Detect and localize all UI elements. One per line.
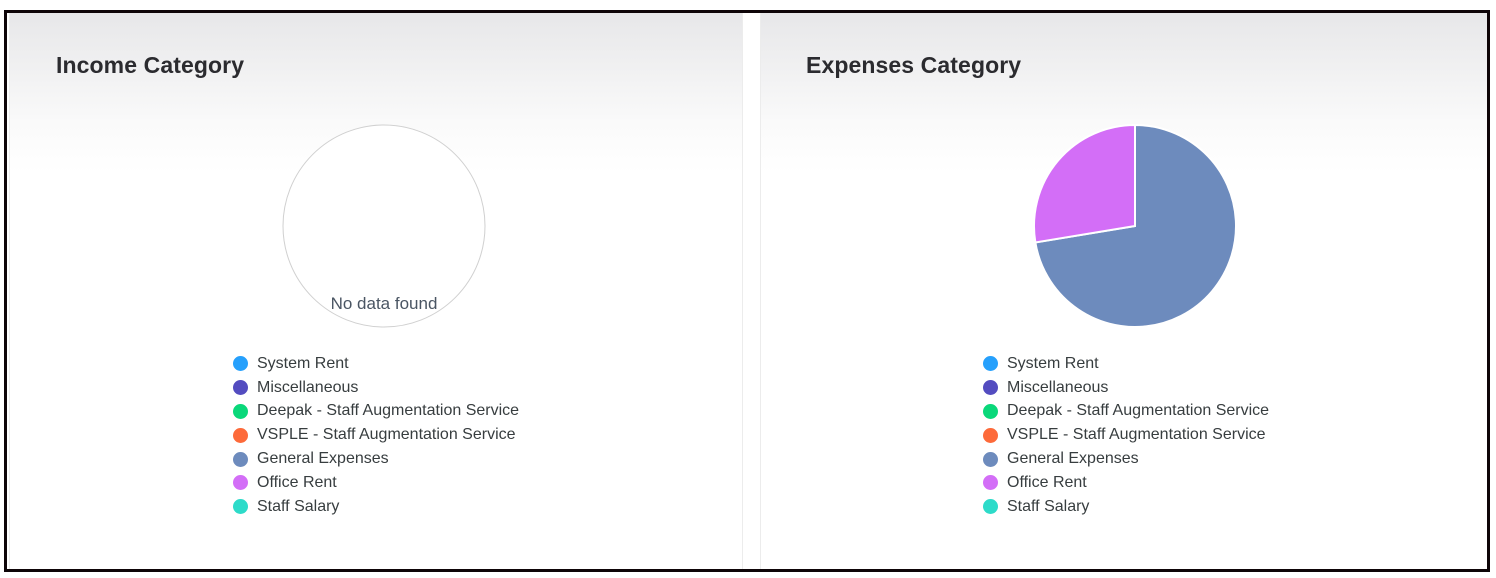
legend-item-vsple-staff-augmentation-service[interactable]: VSPLE - Staff Augmentation Service	[983, 423, 1269, 447]
income-category-card: Income Category No data found System Ren…	[9, 13, 743, 569]
legend-item-system-rent[interactable]: System Rent	[983, 352, 1269, 376]
legend-item-vsple-staff-augmentation-service[interactable]: VSPLE - Staff Augmentation Service	[233, 423, 519, 447]
expenses-legend: System Rent Miscellaneous Deepak - Staff A…	[983, 352, 1269, 519]
legend-item-deepak-staff-augmentation-service[interactable]: Deepak - Staff Augmentation Service	[233, 400, 519, 424]
legend-item-office-rent[interactable]: Office Rent	[983, 471, 1269, 495]
legend-marker-icon	[983, 475, 998, 491]
legend-label: System Rent	[257, 354, 349, 372]
legend-marker-icon	[233, 451, 248, 467]
legend-item-office-rent[interactable]: Office Rent	[233, 471, 519, 495]
expenses-category-card: Expenses Category System Rent Miscellaneo…	[760, 13, 1487, 569]
legend-label: VSPLE - Staff Augmentation Service	[1007, 426, 1266, 444]
legend-item-miscellaneous[interactable]: Miscellaneous	[233, 376, 519, 400]
legend-label: Deepak - Staff Augmentation Service	[1007, 402, 1270, 420]
no-data-label: No data found	[331, 294, 438, 313]
legend-marker-icon	[983, 451, 998, 467]
legend-label: Miscellaneous	[1007, 378, 1109, 396]
legend-item-deepak-staff-augmentation-service[interactable]: Deepak - Staff Augmentation Service	[983, 400, 1269, 424]
legend-marker-icon	[983, 356, 998, 372]
legend-label: Deepak - Staff Augmentation Service	[257, 402, 520, 420]
legend-label: VSPLE - Staff Augmentation Service	[257, 426, 516, 444]
legend-label: Staff Salary	[257, 497, 340, 515]
legend-marker-icon	[233, 475, 248, 491]
dashboard-frame: Income Category No data found System Ren…	[4, 10, 1490, 572]
legend-marker-icon	[233, 403, 248, 419]
legend-marker-icon	[233, 380, 248, 396]
legend-marker-icon	[233, 499, 248, 515]
income-card-title: Income Category	[56, 52, 245, 78]
income-legend: System Rent Miscellaneous Deepak - Staff A…	[233, 352, 519, 519]
legend-marker-icon	[983, 499, 998, 515]
expenses-card-title: Expenses Category	[806, 52, 1022, 78]
legend-item-system-rent[interactable]: System Rent	[233, 352, 519, 376]
legend-marker-icon	[983, 427, 998, 443]
legend-item-staff-salary[interactable]: Staff Salary	[983, 495, 1269, 519]
legend-marker-icon	[233, 356, 248, 372]
pie-slice-office-rent[interactable]	[1033, 123, 1136, 244]
legend-label: Office Rent	[257, 473, 337, 491]
legend-marker-icon	[233, 427, 248, 443]
legend-label: Office Rent	[1007, 473, 1087, 491]
legend-label: Staff Salary	[1007, 497, 1090, 515]
expenses-pie-chart	[1033, 123, 1237, 328]
income-pie-chart: No data found	[282, 124, 486, 328]
legend-item-general-expenses[interactable]: General Expenses	[983, 447, 1269, 471]
legend-item-general-expenses[interactable]: General Expenses	[233, 447, 519, 471]
legend-item-miscellaneous[interactable]: Miscellaneous	[983, 376, 1269, 400]
legend-marker-icon	[983, 380, 998, 396]
legend-label: General Expenses	[257, 450, 389, 468]
legend-marker-icon	[983, 403, 998, 419]
legend-label: General Expenses	[1007, 450, 1139, 468]
legend-label: Miscellaneous	[257, 378, 359, 396]
legend-item-staff-salary[interactable]: Staff Salary	[233, 495, 519, 519]
legend-label: System Rent	[1007, 354, 1099, 372]
